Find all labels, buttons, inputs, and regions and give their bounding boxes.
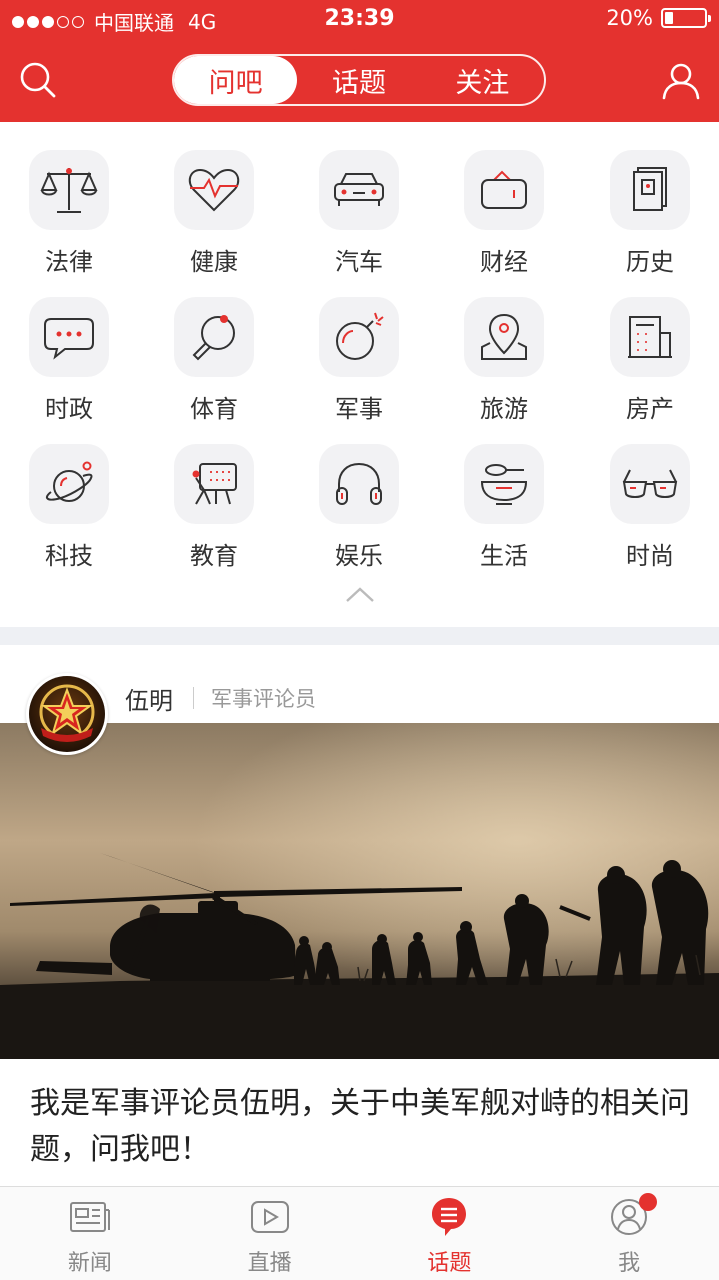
- app-header: 中国联通 4G 23:39 20% 问吧 话题 关注: [0, 0, 719, 122]
- tab-following[interactable]: 关注: [421, 56, 544, 104]
- category-life[interactable]: 生活: [444, 444, 564, 584]
- car-icon: [334, 173, 384, 206]
- category-finance[interactable]: 财经: [444, 150, 564, 290]
- ping-pong-icon: [192, 315, 235, 361]
- tab-label: 直播: [247, 1251, 292, 1276]
- bowl-icon: [480, 464, 528, 505]
- category-politics[interactable]: 时政: [9, 297, 129, 437]
- author-role: 军事评论员: [211, 687, 316, 711]
- tab-topics-bottom[interactable]: 话题: [360, 1187, 540, 1280]
- battery-percent: 20%: [606, 6, 653, 30]
- status-bar: 中国联通 4G 23:39 20%: [0, 0, 719, 40]
- notification-badge: [639, 1193, 658, 1211]
- headphones-icon: [336, 462, 382, 505]
- category-label: 军事: [335, 395, 383, 423]
- category-auto[interactable]: 汽车: [299, 150, 419, 290]
- category-label: 时政: [45, 395, 93, 423]
- category-label: 生活: [480, 542, 528, 570]
- qa-card[interactable]: 伍明 军事评论员 我是军事评论员伍明，关于中美军舰对峙的相关问题，问我吧！: [0, 645, 719, 1185]
- tab-label: 我: [618, 1251, 641, 1276]
- tab-label: 新闻: [67, 1251, 112, 1276]
- battery-icon: [661, 8, 711, 28]
- category-label: 旅游: [480, 395, 528, 423]
- category-grid: 法律 健康 汽车 财经 历史 时政 体育 军事 旅游 房产 科技 教育 娱乐 生…: [0, 122, 719, 627]
- category-sports[interactable]: 体育: [154, 297, 274, 437]
- military-star-emblem-icon: [29, 676, 105, 752]
- author-row: 伍明 军事评论员: [0, 645, 719, 755]
- blackboard-icon: [192, 463, 237, 505]
- cover-photo[interactable]: [0, 723, 719, 1059]
- user-icon: [662, 63, 700, 100]
- category-label: 汽车: [335, 248, 383, 276]
- author-name[interactable]: 伍明: [125, 681, 173, 716]
- category-law[interactable]: 法律: [9, 150, 129, 290]
- category-label: 房产: [626, 395, 674, 423]
- profile-button[interactable]: [659, 58, 703, 102]
- search-icon: [20, 62, 56, 98]
- wallet-icon: [481, 170, 527, 209]
- tab-wenba[interactable]: 问吧: [174, 56, 298, 104]
- heartbeat-icon: [188, 168, 240, 212]
- play-icon: [250, 1201, 289, 1233]
- tab-topics[interactable]: 话题: [297, 56, 420, 104]
- category-real-estate[interactable]: 房产: [590, 297, 710, 437]
- category-fashion[interactable]: 时尚: [590, 444, 710, 584]
- sunglasses-icon: [622, 469, 678, 498]
- search-button[interactable]: [16, 58, 60, 102]
- category-travel[interactable]: 旅游: [444, 297, 564, 437]
- divider: [193, 687, 194, 709]
- category-label: 体育: [190, 395, 238, 423]
- category-label: 教育: [190, 542, 238, 570]
- tab-news[interactable]: 新闻: [0, 1187, 180, 1280]
- topic-bubble-icon: [432, 1198, 467, 1236]
- tab-live[interactable]: 直播: [180, 1187, 360, 1280]
- collapse-chevron-up-icon[interactable]: [344, 585, 376, 605]
- map-pin-icon: [481, 313, 527, 360]
- book-icon: [633, 167, 667, 211]
- category-label: 时尚: [626, 542, 674, 570]
- category-military[interactable]: 军事: [299, 297, 419, 437]
- category-label: 娱乐: [335, 542, 383, 570]
- tab-me[interactable]: 我: [539, 1187, 719, 1280]
- chat-bubble-icon: [44, 318, 94, 360]
- category-label: 法律: [45, 248, 93, 276]
- newspaper-icon: [69, 1202, 110, 1232]
- top-segmented-tabs: 问吧 话题 关注: [172, 54, 546, 106]
- bottom-tab-bar: 新闻 直播 话题 我: [0, 1186, 719, 1280]
- card-title[interactable]: 我是军事评论员伍明，关于中美军舰对峙的相关问题，问我吧！: [30, 1081, 690, 1173]
- bomb-icon: [336, 312, 384, 360]
- category-tech[interactable]: 科技: [9, 444, 129, 584]
- helicopter-soldiers-silhouette-image: [0, 723, 719, 1059]
- category-label: 科技: [45, 542, 93, 570]
- avatar[interactable]: [26, 673, 108, 755]
- category-history[interactable]: 历史: [590, 150, 710, 290]
- category-label: 财经: [480, 248, 528, 276]
- scales-icon: [40, 168, 98, 213]
- category-label: 历史: [626, 248, 674, 276]
- tab-label: 话题: [427, 1251, 472, 1276]
- section-separator: [0, 627, 719, 645]
- category-education[interactable]: 教育: [154, 444, 274, 584]
- category-entertainment[interactable]: 娱乐: [299, 444, 419, 584]
- building-icon: [628, 316, 672, 358]
- category-health[interactable]: 健康: [154, 150, 274, 290]
- category-label: 健康: [190, 248, 238, 276]
- planet-icon: [45, 461, 93, 502]
